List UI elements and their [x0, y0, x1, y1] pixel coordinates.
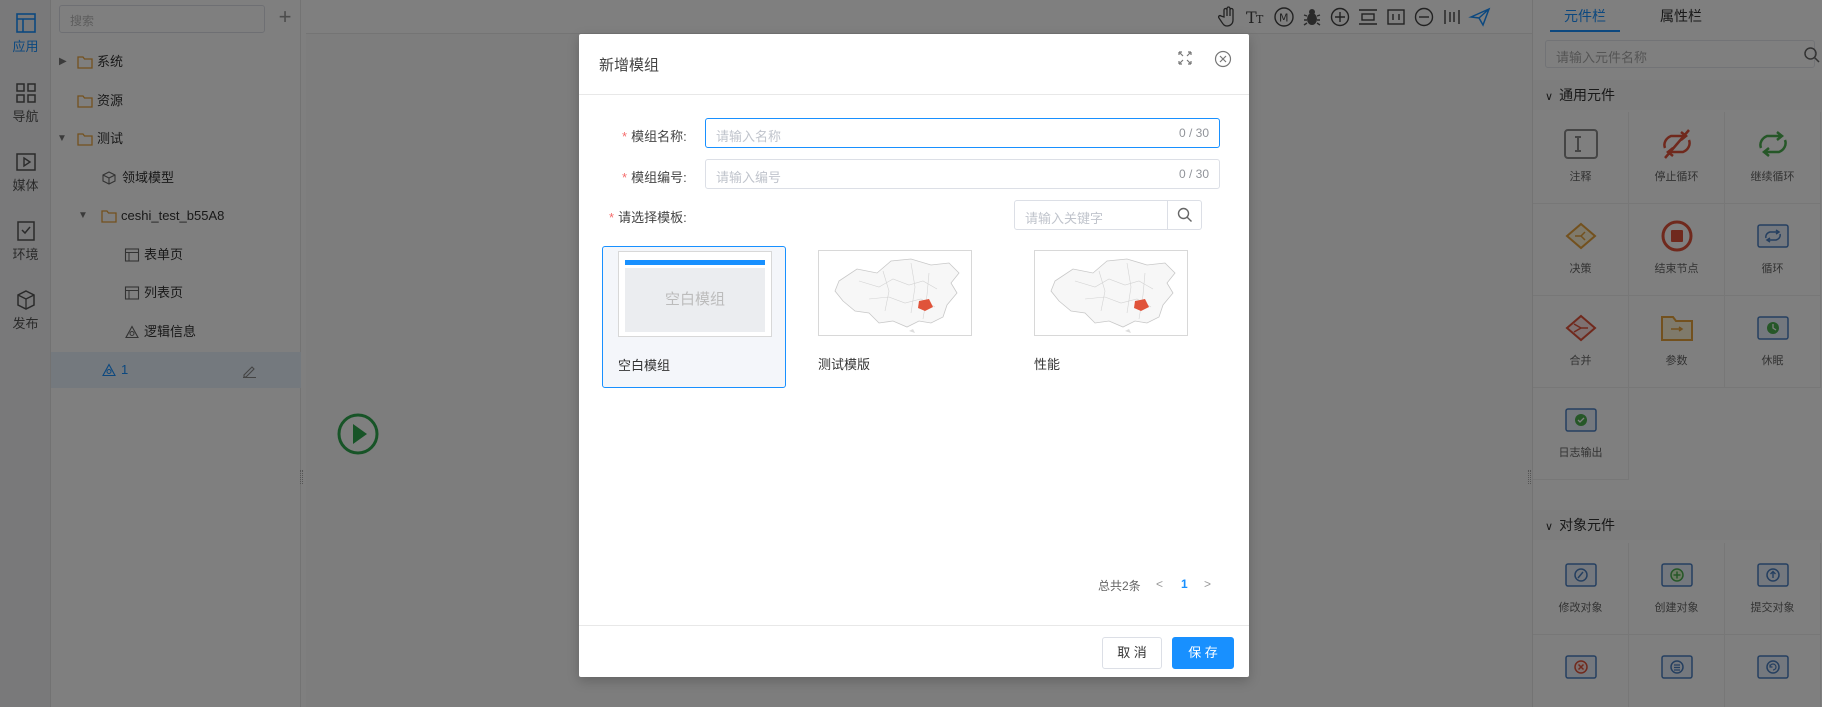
close-icon[interactable]: [1214, 50, 1232, 68]
dialog-header-divider: [579, 94, 1249, 95]
fullscreen-icon[interactable]: [1177, 50, 1193, 66]
add-module-dialog: 新增模组 * 模组名称: 请输入名称 0 / 30 * 模组编号: 请输入编号 0 …: [579, 34, 1249, 677]
module-code-label: * 模组编号:: [622, 167, 687, 186]
placeholder: 请输入编号: [716, 170, 782, 185]
char-counter: 0 / 30: [1178, 126, 1209, 140]
template-thumbnail: [1034, 250, 1188, 336]
pagination-next-icon[interactable]: >: [1204, 577, 1211, 591]
china-map-icon: [1050, 258, 1176, 333]
app-root: 应用 导航 媒体 环境 发布 搜索 + ▶ 系统 资源: [0, 0, 1822, 707]
module-name-input[interactable]: 请输入名称 0 / 30: [705, 118, 1220, 148]
required-mark: *: [622, 170, 628, 185]
template-name: 测试模版: [818, 357, 871, 372]
template-card-test[interactable]: 测试模版: [803, 246, 987, 388]
placeholder: 请输入名称: [716, 129, 782, 144]
dialog-title: 新增模组: [599, 57, 660, 74]
cancel-button[interactable]: 取 消: [1102, 637, 1162, 669]
required-mark: *: [609, 210, 615, 225]
search-icon: [1177, 207, 1192, 222]
module-code-input[interactable]: 请输入编号 0 / 30: [705, 159, 1220, 189]
template-card-blank[interactable]: 空白模组 空白模组: [602, 246, 786, 388]
template-card-performance[interactable]: 性能: [1019, 246, 1203, 388]
pagination-current-page[interactable]: 1: [1181, 577, 1188, 591]
template-label: * 请选择模板:: [609, 207, 687, 226]
module-name-label: * 模组名称:: [622, 126, 687, 145]
template-name: 空白模组: [618, 358, 671, 373]
label-text: 请选择模板:: [618, 210, 687, 225]
template-thumbnail: 空白模组: [618, 251, 772, 337]
pagination-total: 总共2条: [1098, 579, 1141, 593]
template-name: 性能: [1034, 357, 1061, 372]
dialog-footer-divider: [579, 625, 1249, 626]
thumb-header-bar: [625, 260, 765, 265]
save-button[interactable]: 保 存: [1172, 637, 1234, 669]
thumb-blank-text: 空白模组: [625, 268, 765, 332]
required-mark: *: [622, 129, 628, 144]
label-text: 模组名称:: [631, 129, 687, 144]
template-search-button[interactable]: [1167, 200, 1202, 230]
char-counter: 0 / 30: [1178, 167, 1209, 181]
china-map-icon: [834, 258, 960, 333]
pagination-prev-icon[interactable]: <: [1156, 577, 1163, 591]
label-text: 模组编号:: [631, 170, 687, 185]
template-thumbnail: [818, 250, 972, 336]
